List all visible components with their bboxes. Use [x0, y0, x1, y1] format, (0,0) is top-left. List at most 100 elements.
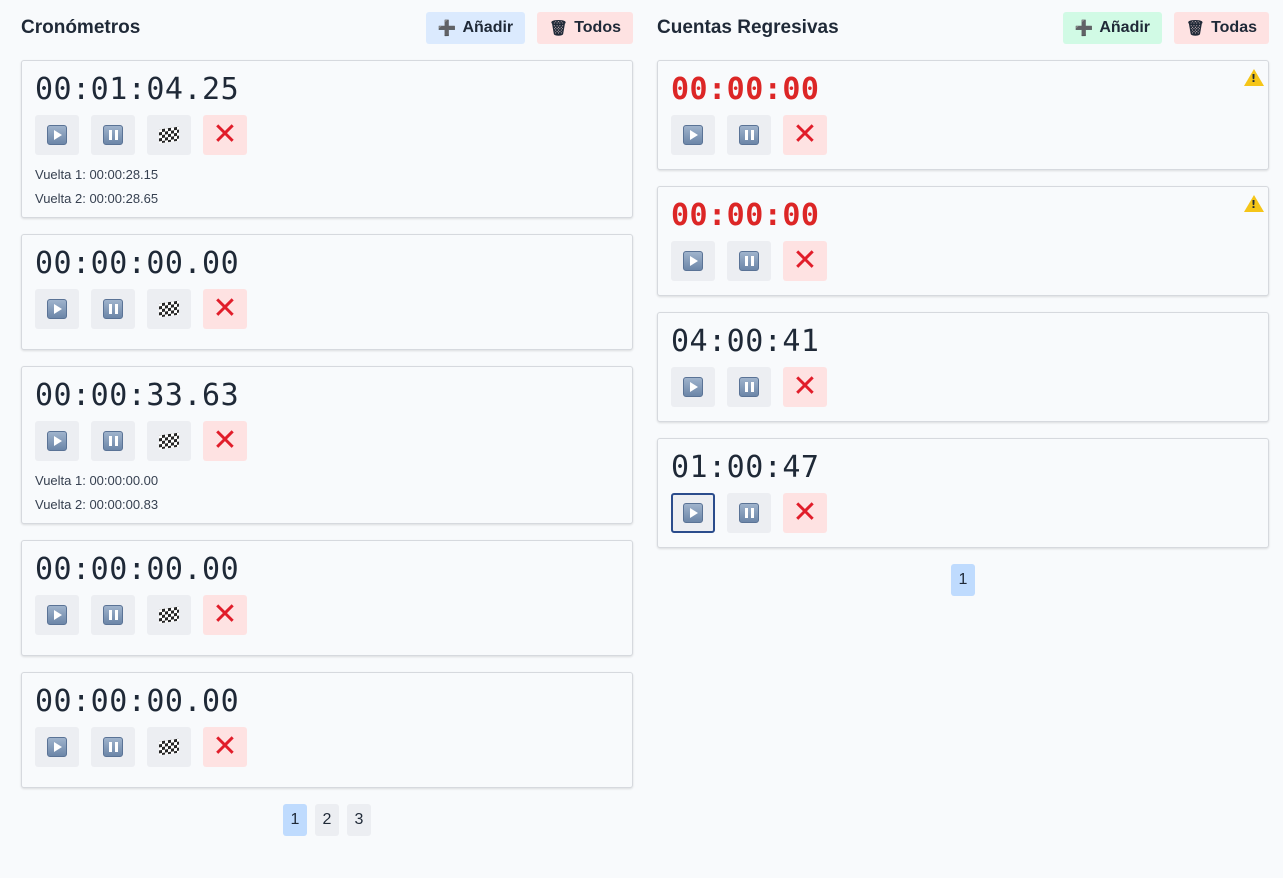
page-button-1[interactable]: 1 — [283, 804, 307, 836]
start-button[interactable] — [671, 241, 715, 281]
stopwatch-controls: ✕ — [35, 727, 620, 767]
lap-button[interactable] — [147, 421, 191, 461]
lap-entry: Vuelta 2: 00:00:00.83 — [35, 497, 159, 512]
countdowns-column: Cuentas Regresivas ➕ Añadir 🗑 Todas ! 00:… — [657, 0, 1269, 596]
start-button[interactable] — [671, 493, 715, 533]
lap-list: Vuelta 1: 00:00:00.00 Vuelta 2: 00:00:00.… — [35, 461, 620, 523]
countdown-card: ! 00:00:00 ✕ — [657, 186, 1269, 296]
stopwatch-list: 00:01:04.25 ✕ Vuelta 1: 00:00:28.15 Vuelta … — [21, 60, 633, 788]
delete-button[interactable]: ✕ — [783, 241, 827, 281]
add-stopwatch-button[interactable]: ➕ Añadir — [425, 12, 526, 44]
countdown-time: 01:00:47 — [671, 450, 820, 485]
page-button-1[interactable]: 1 — [951, 564, 975, 596]
start-button[interactable] — [671, 367, 715, 407]
countdown-pagination: 1 — [657, 564, 1269, 596]
start-button[interactable] — [35, 421, 79, 461]
delete-button[interactable]: ✕ — [203, 595, 247, 635]
lap-list — [35, 329, 620, 349]
countdowns-title: Cuentas Regresivas — [657, 17, 839, 38]
lap-entry: Vuelta 1: 00:00:28.15 — [35, 167, 159, 182]
page-button-2[interactable]: 2 — [315, 804, 339, 836]
close-icon: ✕ — [792, 495, 818, 530]
delete-button[interactable]: ✕ — [783, 493, 827, 533]
close-icon: ✕ — [212, 117, 238, 152]
delete-button[interactable]: ✕ — [203, 421, 247, 461]
close-icon: ✕ — [792, 243, 818, 278]
pause-icon — [103, 737, 123, 757]
pause-button[interactable] — [91, 421, 135, 461]
lap-list: Vuelta 1: 00:00:28.15 Vuelta 2: 00:00:28.… — [35, 155, 620, 217]
delete-all-countdowns-button[interactable]: 🗑 Todas — [1174, 12, 1269, 44]
wastebasket-icon: 🗑 — [549, 20, 569, 37]
checkered-flag-icon — [159, 606, 179, 624]
page-button-3[interactable]: 3 — [347, 804, 371, 836]
delete-button[interactable]: ✕ — [203, 115, 247, 155]
lap-button[interactable] — [147, 727, 191, 767]
checkered-flag-icon — [159, 126, 179, 144]
pause-icon — [739, 251, 759, 271]
start-button[interactable] — [35, 727, 79, 767]
close-icon: ✕ — [792, 369, 818, 404]
countdown-list: ! 00:00:00 ✕! 00:00:00 ✕ 04:00:41 ✕ 01:00:47 ✕ — [657, 60, 1269, 548]
stopwatch-time: 00:00:00.00 — [35, 552, 240, 587]
pause-button[interactable] — [727, 241, 771, 281]
countdown-controls: ✕ — [671, 115, 1256, 155]
pause-button[interactable] — [727, 367, 771, 407]
delete-all-countdowns-label: Todas — [1211, 19, 1257, 36]
stopwatch-controls: ✕ — [35, 115, 620, 155]
pause-icon — [739, 503, 759, 523]
lap-list — [35, 767, 620, 787]
delete-button[interactable]: ✕ — [783, 115, 827, 155]
start-button[interactable] — [35, 289, 79, 329]
lap-button[interactable] — [147, 115, 191, 155]
countdown-controls: ✕ — [671, 367, 1256, 407]
stopwatch-time: 00:01:04.25 — [35, 72, 240, 107]
warning-mark: ! — [1250, 72, 1256, 85]
plus-icon: ➕ — [1074, 20, 1094, 37]
pause-icon — [103, 125, 123, 145]
add-stopwatch-label: Añadir — [462, 19, 514, 36]
close-icon: ✕ — [212, 729, 238, 764]
stopwatch-time: 00:00:00.00 — [35, 684, 240, 719]
stopwatch-card: 00:00:33.63 ✕ Vuelta 1: 00:00:00.00 Vuelta … — [21, 366, 633, 524]
pause-button[interactable] — [727, 493, 771, 533]
delete-button[interactable]: ✕ — [783, 367, 827, 407]
lap-button[interactable] — [147, 595, 191, 635]
play-icon — [683, 251, 703, 271]
stopwatch-card: 00:00:00.00 ✕ — [21, 234, 633, 350]
pause-icon — [103, 605, 123, 625]
start-button[interactable] — [35, 115, 79, 155]
countdown-controls: ✕ — [671, 241, 1256, 281]
lap-button[interactable] — [147, 289, 191, 329]
checkered-flag-icon — [159, 432, 179, 450]
wastebasket-icon: 🗑 — [1186, 20, 1206, 37]
countdown-time: 00:00:00 — [671, 72, 820, 107]
lap-entry: Vuelta 1: 00:00:00.00 — [35, 473, 159, 488]
pause-button[interactable] — [91, 595, 135, 635]
delete-all-stopwatches-label: Todos — [574, 19, 621, 36]
pause-button[interactable] — [91, 115, 135, 155]
pause-icon — [103, 431, 123, 451]
add-countdown-button[interactable]: ➕ Añadir — [1062, 12, 1163, 44]
stopwatch-card: 00:00:00.00 ✕ — [21, 540, 633, 656]
stopwatches-header: Cronómetros ➕ Añadir 🗑 Todos — [21, 0, 633, 56]
pause-button[interactable] — [91, 289, 135, 329]
delete-button[interactable]: ✕ — [203, 289, 247, 329]
countdown-time: 00:00:00 — [671, 198, 820, 233]
stopwatches-title: Cronómetros — [21, 17, 141, 38]
countdown-card: ! 00:00:00 ✕ — [657, 60, 1269, 170]
close-icon: ✕ — [212, 597, 238, 632]
countdown-time: 04:00:41 — [671, 324, 820, 359]
start-button[interactable] — [35, 595, 79, 635]
checkered-flag-icon — [159, 738, 179, 756]
pause-button[interactable] — [91, 727, 135, 767]
close-icon: ✕ — [212, 291, 238, 326]
stopwatch-time: 00:00:00.00 — [35, 246, 240, 281]
plus-icon: ➕ — [437, 20, 457, 37]
delete-all-stopwatches-button[interactable]: 🗑 Todos — [537, 12, 633, 44]
start-button[interactable] — [671, 115, 715, 155]
delete-button[interactable]: ✕ — [203, 727, 247, 767]
countdown-controls: ✕ — [671, 493, 1256, 533]
pause-button[interactable] — [727, 115, 771, 155]
pause-icon — [739, 125, 759, 145]
